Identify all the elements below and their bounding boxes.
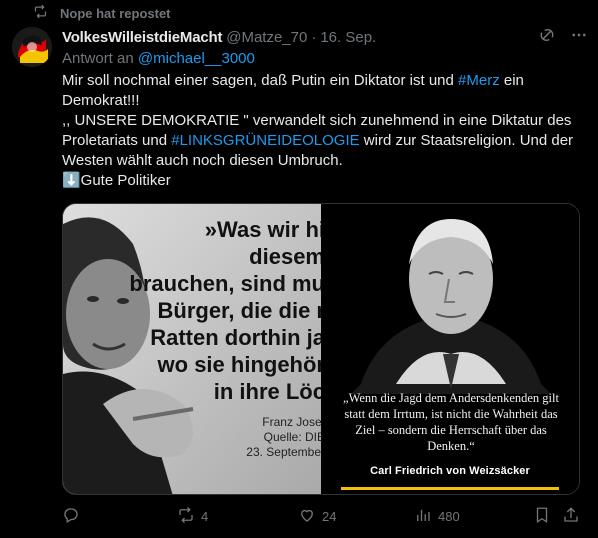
post-date[interactable]: 16. Sep. (320, 29, 376, 46)
reply-button[interactable] (62, 506, 86, 527)
reply-prefix: Antwort an (62, 50, 134, 67)
repost-banner[interactable]: Nope hat repostet (33, 4, 171, 22)
user-handle[interactable]: @Matze_70 (226, 29, 307, 46)
media-image-right[interactable]: „Wenn die Jagd dem Andersdenkenden gilt … (321, 204, 579, 494)
repost-count: 4 (201, 508, 209, 524)
left-credit-line: Quelle: DIE (263, 430, 321, 444)
bookmark-icon (533, 506, 551, 527)
accent-bar (341, 487, 559, 490)
repost-icon (177, 506, 195, 527)
tweet-text: Mir soll nochmal einer sagen, daß Putin … (62, 71, 582, 191)
reply-context: Antwort an @michael__3000 (62, 50, 255, 67)
left-quote-line: diesem (249, 244, 321, 269)
left-credit: Franz Josef Quelle: DIE 23. September (246, 415, 321, 460)
left-quote-line: Ratten dorthin ja (150, 325, 321, 350)
media-image-left[interactable]: »Was wir hi diesem brauchen, sind mu Bür… (63, 204, 321, 494)
action-bar: 4 24 480 (62, 506, 580, 526)
views-button[interactable]: 480 (414, 506, 460, 527)
tweet-text-part: ⬇️Gute Politiker (62, 172, 171, 189)
left-quote-line: in ihre Löc (213, 379, 321, 404)
share-button[interactable] (562, 506, 580, 527)
grok-icon[interactable] (538, 26, 556, 48)
display-name[interactable]: VolkesWilleistdieMacht (62, 29, 222, 46)
view-count: 480 (438, 508, 460, 524)
hashtag-linksgrueneideologie[interactable]: #LINKSGRÜNEIDEOLOGIE (171, 132, 359, 149)
repost-icon (33, 4, 48, 22)
left-quote-line: »Was wir hi (204, 217, 321, 242)
left-credit-line: Franz Josef (262, 415, 321, 429)
left-credit-line: 23. September (246, 445, 321, 459)
avatar[interactable] (12, 27, 52, 67)
right-quote-author: Carl Friedrich von Weizsäcker (370, 465, 530, 477)
tweet-header: VolkesWilleistdieMacht @Matze_70 · 16. S… (62, 27, 588, 47)
like-icon (298, 506, 316, 527)
right-quote: „Wenn die Jagd dem Andersdenkenden gilt … (343, 391, 559, 453)
hashtag-merz[interactable]: #Merz (458, 72, 500, 89)
repost-banner-text: Nope hat repostet (60, 5, 171, 21)
views-icon (414, 506, 432, 527)
left-quote-line: brauchen, sind mu (129, 271, 321, 296)
reply-target-link[interactable]: @michael__3000 (138, 50, 255, 67)
media-grid[interactable]: »Was wir hi diesem brauchen, sind mu Bür… (62, 203, 580, 495)
left-quote-line: wo sie hingehör (157, 352, 321, 377)
tweet-text-part: Mir soll nochmal einer sagen, daß Putin … (62, 72, 459, 89)
separator-dot: · (311, 28, 317, 46)
bookmark-button[interactable] (533, 506, 551, 527)
more-icon[interactable] (570, 26, 588, 48)
reply-icon (62, 506, 80, 527)
left-quote: »Was wir hi diesem brauchen, sind mu Bür… (129, 216, 321, 405)
like-button[interactable]: 24 (298, 506, 336, 527)
share-icon (562, 506, 580, 527)
like-count: 24 (322, 508, 337, 524)
repost-button[interactable]: 4 (177, 506, 208, 527)
left-quote-line: Bürger, die die r (157, 298, 322, 323)
